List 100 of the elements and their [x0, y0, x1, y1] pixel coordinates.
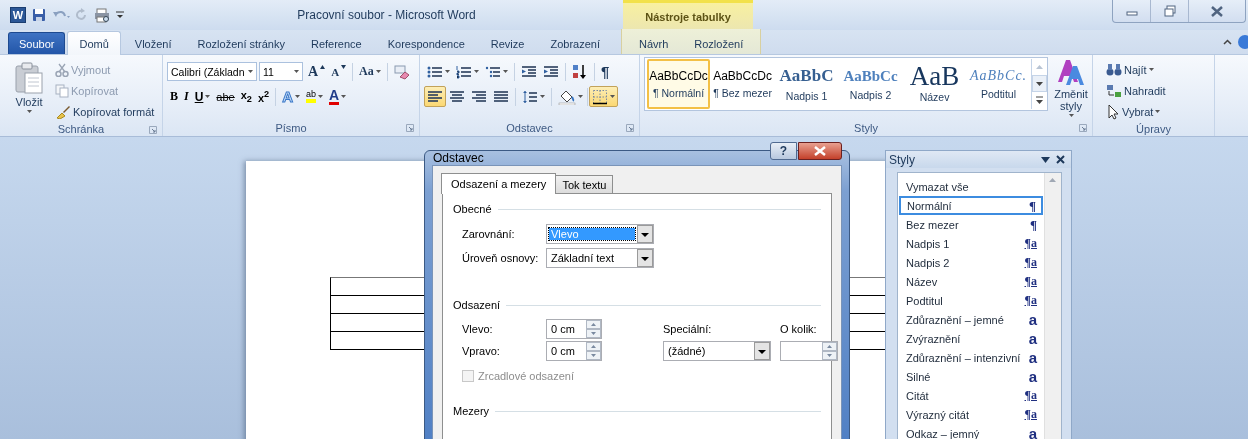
style-gallery-item[interactable]: AaB Název — [903, 59, 967, 109]
font-format-button[interactable]: U — [191, 86, 214, 107]
style-list-item[interactable]: Normální ¶ — [899, 196, 1043, 215]
style-list-item[interactable]: Zvýraznění a — [899, 329, 1043, 348]
ribbon-tab[interactable]: Domů — [67, 31, 121, 55]
ribbon-tab[interactable]: Reference — [298, 32, 374, 54]
save-icon[interactable] — [32, 8, 46, 22]
show-formatting-marks-button[interactable]: ¶ — [598, 61, 613, 82]
align-center-icon — [449, 89, 465, 104]
style-gallery-item[interactable]: AaBbC Nadpis 1 — [775, 59, 839, 109]
align-left-button[interactable] — [424, 86, 446, 107]
font-format-button[interactable]: I — [181, 86, 192, 107]
dropdown-arrow-icon — [578, 95, 583, 98]
style-gallery-item[interactable]: AaBbCc Nadpis 2 — [839, 59, 903, 109]
dropdown-button-icon[interactable] — [754, 342, 770, 360]
font-format-button[interactable]: Aa — [356, 61, 384, 82]
spin-field[interactable]: 0 cm — [546, 319, 602, 339]
restore-icon — [1163, 5, 1176, 17]
style-list-item[interactable]: Výrazný citát ¶a — [899, 405, 1043, 424]
style-list-item[interactable]: Vymazat vše — [899, 177, 1043, 196]
font-name-field[interactable]: Calibri (Základn — [167, 62, 257, 81]
style-list-item[interactable]: Zdůraznění – intenzivní a — [899, 348, 1043, 367]
ribbon-tab[interactable]: Rozložení — [682, 32, 756, 54]
sort-icon — [572, 63, 588, 80]
style-list-item[interactable]: Nadpis 1 ¶a — [899, 234, 1043, 253]
dialog-launcher-icon[interactable] — [626, 124, 634, 132]
dropdown-arrow-icon — [540, 95, 545, 98]
style-gallery-item[interactable]: AaBbCcDc ¶ Bez mezer — [711, 59, 775, 109]
style-name: Odkaz – jemný — [906, 427, 980, 439]
spin-buttons-icon[interactable] — [822, 342, 837, 360]
style-list-item[interactable]: Bez mezer ¶ — [899, 215, 1043, 234]
font-format-button[interactable]: B — [167, 86, 181, 107]
style-name: Silné — [906, 370, 931, 383]
print-preview-icon[interactable] — [94, 7, 110, 23]
file-tab[interactable]: Soubor — [8, 32, 66, 54]
paint-bucket-icon — [558, 88, 576, 105]
dialog-launcher-icon[interactable] — [149, 126, 157, 134]
increase-indent-icon — [543, 64, 559, 79]
help-icon[interactable] — [1236, 35, 1248, 49]
font-size-field[interactable]: 11 — [259, 62, 303, 81]
font-format-button[interactable]: A — [326, 86, 350, 107]
spin-buttons-icon[interactable] — [586, 342, 601, 360]
ribbon-tab[interactable]: Rozložení stránky — [185, 32, 297, 54]
borders-button[interactable] — [589, 86, 618, 107]
dropdown-button-icon[interactable] — [637, 249, 653, 267]
field-label: O kolik: — [780, 323, 818, 335]
character-style-icon: a — [1028, 311, 1037, 328]
clipboard-button[interactable]: Kopírovat formát — [52, 101, 158, 122]
editing-button[interactable]: Najít — [1103, 59, 1169, 80]
ribbon-tab[interactable]: Návrh — [626, 32, 681, 54]
style-list-item[interactable]: Silné a — [899, 367, 1043, 386]
spin-buttons-icon[interactable] — [586, 320, 601, 338]
style-list-item[interactable]: Odkaz – jemný a — [899, 424, 1043, 439]
font-format-button[interactable]: abe — [213, 86, 238, 107]
help-button[interactable]: ? — [770, 142, 797, 160]
dropdown-field[interactable]: (žádné) — [663, 341, 771, 361]
close-button[interactable] — [798, 142, 842, 160]
collapse-ribbon-icon[interactable] — [1223, 39, 1232, 45]
editing-button[interactable]: Nahradit — [1103, 80, 1169, 101]
eraser-icon — [393, 63, 410, 80]
font-format-button[interactable]: ab — [303, 86, 326, 107]
style-list-item[interactable]: Podtitul ¶a — [899, 291, 1043, 310]
editing-button[interactable]: Vybrat — [1103, 101, 1169, 122]
group-label: Odstavec — [506, 122, 553, 134]
spin-field[interactable] — [780, 341, 838, 361]
font-format-button[interactable]: A — [305, 61, 329, 82]
scroll-down-icon[interactable] — [1032, 75, 1047, 92]
paste-button[interactable]: Vložit — [10, 59, 48, 119]
font-format-button[interactable]: x$^{2}$ — [254, 86, 273, 107]
ribbon-tab[interactable]: Zobrazení — [538, 32, 612, 54]
app-logo[interactable]: W — [10, 7, 26, 23]
dropdown-arrow-icon — [610, 95, 615, 98]
ribbon-tab[interactable]: Vložení — [122, 32, 184, 54]
style-gallery-item[interactable]: AaBbCcDc ¶ Normální — [647, 59, 711, 109]
character-style-icon: a — [1028, 349, 1037, 366]
close-icon[interactable] — [1056, 155, 1065, 164]
style-list-item[interactable]: Nadpis 2 ¶a — [899, 253, 1043, 272]
style-gallery-item[interactable]: AaBbCc. Podtitul — [967, 59, 1031, 109]
style-list-item[interactable]: Citát ¶a — [899, 386, 1043, 405]
dialog-tab[interactable]: Tok textu — [555, 175, 614, 193]
dialog-launcher-icon[interactable] — [406, 124, 414, 132]
change-styles-button[interactable]: Změnit styly — [1050, 55, 1092, 115]
style-list-item[interactable]: Název ¶a — [899, 272, 1043, 291]
dialog-tab[interactable]: Odsazení a mezery — [441, 173, 557, 194]
font-format-button[interactable]: x$_{2}$ — [237, 86, 255, 107]
dialog-launcher-icon[interactable] — [1079, 124, 1087, 132]
style-list-item[interactable]: Zdůraznění – jemné a — [899, 310, 1043, 329]
pane-menu-icon[interactable] — [1041, 156, 1050, 163]
dropdown-field[interactable]: Základní text — [546, 248, 654, 268]
font-format-button[interactable]: A — [328, 61, 350, 82]
dropdown-arrow-icon — [294, 70, 299, 73]
field-label: Úroveň osnovy: — [462, 252, 540, 264]
dropdown-button-icon[interactable] — [637, 225, 653, 243]
justify-icon — [493, 89, 509, 104]
ribbon-tab[interactable]: Revize — [478, 32, 537, 54]
group-label: Schránka — [57, 123, 105, 135]
customize-menu-icon[interactable] — [116, 9, 124, 21]
numbered-list-icon — [456, 64, 472, 79]
ribbon-tab[interactable]: Korespondence — [375, 32, 477, 54]
spin-field[interactable]: 0 cm — [546, 341, 602, 361]
